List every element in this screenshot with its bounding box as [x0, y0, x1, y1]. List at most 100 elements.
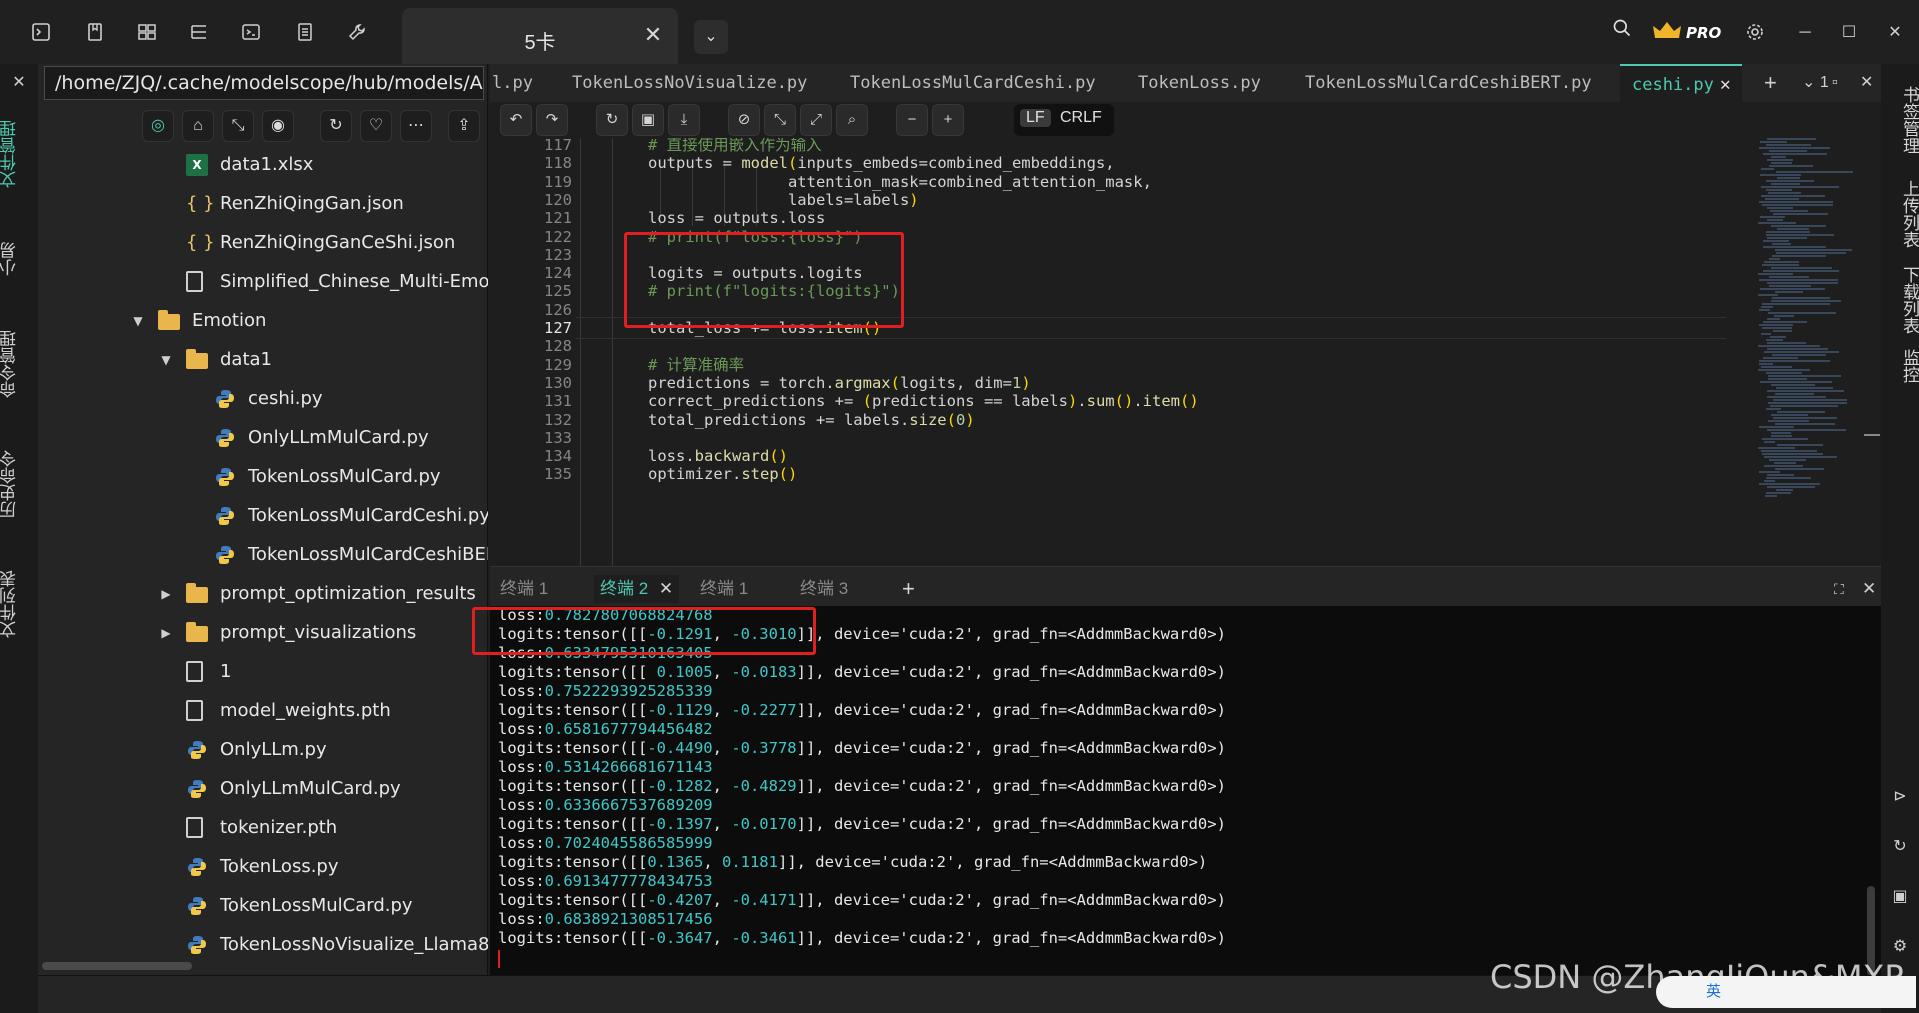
eye-icon[interactable]: ◉: [262, 110, 294, 142]
sidebar-item-history[interactable]: 历史命令: [0, 434, 38, 534]
reload-icon[interactable]: ↻: [596, 104, 628, 136]
download-icon[interactable]: ⤓: [668, 104, 700, 136]
tab-tokenlossmulcardceshibert[interactable]: TokenLossMulCardCeshiBERT.py: [1305, 64, 1592, 102]
gear-icon[interactable]: [1744, 22, 1766, 44]
session-tab[interactable]: 5卡 ✕: [402, 8, 678, 64]
split-menu-icon[interactable]: ⌄ 1: [1802, 64, 1829, 102]
bookmark-icon[interactable]: [84, 22, 106, 44]
find-icon[interactable]: ⌕: [836, 104, 868, 136]
tree-file[interactable]: TokenLossNoVisualize_Llama8B.py: [38, 928, 488, 962]
tree-file[interactable]: TokenLossMulCard.py: [38, 889, 488, 923]
locate-icon[interactable]: ◎: [142, 110, 174, 142]
maximize-panel-icon[interactable]: ⛶: [1834, 575, 1844, 603]
shrink-icon[interactable]: ⤡: [764, 104, 796, 136]
chevron-down-icon[interactable]: ▼: [132, 304, 144, 338]
terminal-icon[interactable]: [30, 22, 52, 44]
tree-file[interactable]: TokenLossMulCardCeshiBERT.py: [38, 538, 488, 572]
tree-file[interactable]: OnlyLLmMulCard.py: [38, 421, 488, 455]
tree-file[interactable]: TokenLoss.py: [38, 850, 488, 884]
search-icon[interactable]: [1608, 18, 1636, 46]
zoom-out-icon[interactable]: −: [896, 104, 928, 136]
close-icon[interactable]: ✕: [1720, 74, 1731, 95]
collapse-icon[interactable]: ⤡: [222, 110, 254, 142]
sidebar-item-download-list[interactable]: 下载列表: [1881, 250, 1919, 350]
gear-icon[interactable]: ⚙: [1889, 936, 1911, 958]
tree-file[interactable]: TokenLossMulCard.py: [38, 460, 488, 494]
refresh-icon[interactable]: ↻: [1889, 836, 1911, 858]
terminal-tab-3[interactable]: 终端 1: [700, 575, 748, 603]
zoom-in-icon[interactable]: +: [932, 104, 964, 136]
path-input[interactable]: /home/ZJQ/.cache/modelscope/hub/models/A…: [44, 66, 484, 100]
wrench-icon[interactable]: [346, 22, 368, 44]
tree-file[interactable]: 1: [38, 655, 488, 689]
save-icon[interactable]: ▣: [1889, 886, 1911, 908]
tree-file[interactable]: TokenLossMulCardCeshi.py: [38, 499, 488, 533]
tab-tokenlossmulcardceshi[interactable]: TokenLossMulCardCeshi.py: [850, 64, 1096, 102]
more-icon[interactable]: ⋯: [400, 110, 432, 142]
tree-folder[interactable]: ▼ data1: [38, 343, 488, 377]
sidebar-item-command-manager[interactable]: 命令管理: [0, 314, 38, 414]
terminal-tab-4[interactable]: 终端 3: [800, 575, 848, 603]
ime-indicator[interactable]: 英: [1656, 976, 1916, 1008]
tree-file[interactable]: Simplified_Chinese_Multi-Emotion: [38, 265, 488, 299]
sidebar-item-bookmarks[interactable]: 书签管理: [1881, 70, 1919, 170]
split-icon[interactable]: ▫: [1832, 64, 1838, 102]
tab-tokenloss[interactable]: TokenLoss.py: [1138, 64, 1261, 102]
expand-icon[interactable]: ⤢: [800, 104, 832, 136]
horizontal-scrollbar[interactable]: [42, 962, 192, 970]
eol-crlf-option[interactable]: CRLF: [1060, 109, 1102, 127]
home-icon[interactable]: ⌂: [182, 110, 214, 142]
upload-icon[interactable]: ⇪: [448, 110, 480, 142]
tree-file[interactable]: tokenizer.pth: [38, 811, 488, 845]
add-terminal-button[interactable]: +: [902, 575, 915, 603]
layout-icon[interactable]: [136, 22, 158, 44]
redo-icon[interactable]: ↷: [536, 104, 568, 136]
tree-file[interactable]: Xdata1.xlsx: [38, 148, 488, 182]
code-editor[interactable]: 117 # 直接使用嵌入作为输入 118 outputs = model(inputs…: [490, 138, 1881, 566]
tree-file[interactable]: OnlyLLmMulCard.py: [38, 772, 488, 806]
compass-icon[interactable]: ⊘: [728, 104, 760, 136]
sidebar-item-xiaoyi[interactable]: 小易: [0, 234, 38, 284]
tab-l-py[interactable]: l.py: [490, 64, 533, 102]
terminal-icon[interactable]: ⊳: [1889, 786, 1911, 808]
tree-file[interactable]: model_weights.pth: [38, 694, 488, 728]
minimize-icon[interactable]: ─: [1794, 22, 1816, 44]
tab-ceshi[interactable]: ceshi.py ✕: [1620, 64, 1742, 102]
add-tab-icon[interactable]: +: [1764, 64, 1777, 102]
tree-file[interactable]: ceshi.py: [38, 382, 488, 416]
tree-file[interactable]: OnlyLLm.py: [38, 733, 488, 767]
chevron-right-icon[interactable]: ▶: [160, 577, 172, 611]
close-panel-icon[interactable]: ✕: [1862, 575, 1876, 603]
chevron-down-icon[interactable]: ▼: [160, 343, 172, 377]
sidebar-item-upload-list[interactable]: 上传列表: [1881, 164, 1919, 264]
tree-file[interactable]: { } RenZhiQingGan.json: [38, 187, 488, 221]
chevron-right-icon[interactable]: ▶: [160, 616, 172, 650]
tree-folder[interactable]: ▼ Emotion: [38, 304, 488, 338]
tree-folder[interactable]: ▶ prompt_visualizations: [38, 616, 488, 650]
terminal-output[interactable]: loss:0.7827807068824768 logits:tensor([[-…: [490, 606, 1881, 975]
terminal-tab-2[interactable]: 终端 2 ✕: [594, 575, 680, 603]
tree-icon[interactable]: [188, 22, 210, 44]
maximize-icon[interactable]: ☐: [1838, 22, 1860, 44]
tab-tokenlossnovisualize[interactable]: TokenLossNoVisualize.py: [572, 64, 807, 102]
terminal-tab-1[interactable]: 终端 1: [500, 575, 548, 603]
chevron-down-icon[interactable]: ⌄: [694, 20, 728, 54]
close-icon[interactable]: ✕: [642, 24, 664, 46]
pro-badge[interactable]: PRO: [1652, 20, 1721, 44]
heart-icon[interactable]: ♡: [360, 110, 392, 142]
console-icon[interactable]: [240, 22, 262, 44]
refresh-icon[interactable]: ↻: [320, 110, 352, 142]
close-panel-icon[interactable]: ✕: [8, 72, 30, 94]
tree-folder[interactable]: ▶ prompt_optimization_results: [38, 577, 488, 611]
undo-icon[interactable]: ↶: [500, 104, 532, 136]
eol-lf-option[interactable]: LF: [1020, 109, 1051, 127]
document-icon[interactable]: [294, 22, 316, 44]
close-icon[interactable]: ✕: [659, 579, 673, 598]
sidebar-item-file-manager[interactable]: 文件管理: [0, 104, 38, 204]
save-icon[interactable]: ▣: [632, 104, 664, 136]
sidebar-item-monitor[interactable]: 监控: [1881, 336, 1919, 396]
close-editor-icon[interactable]: ✕: [1860, 64, 1873, 102]
code-line[interactable]: 135 optimizer.step(): [490, 463, 1740, 485]
sidebar-item-file-list[interactable]: 文件列表: [0, 554, 38, 654]
close-window-icon[interactable]: ✕: [1884, 22, 1906, 44]
